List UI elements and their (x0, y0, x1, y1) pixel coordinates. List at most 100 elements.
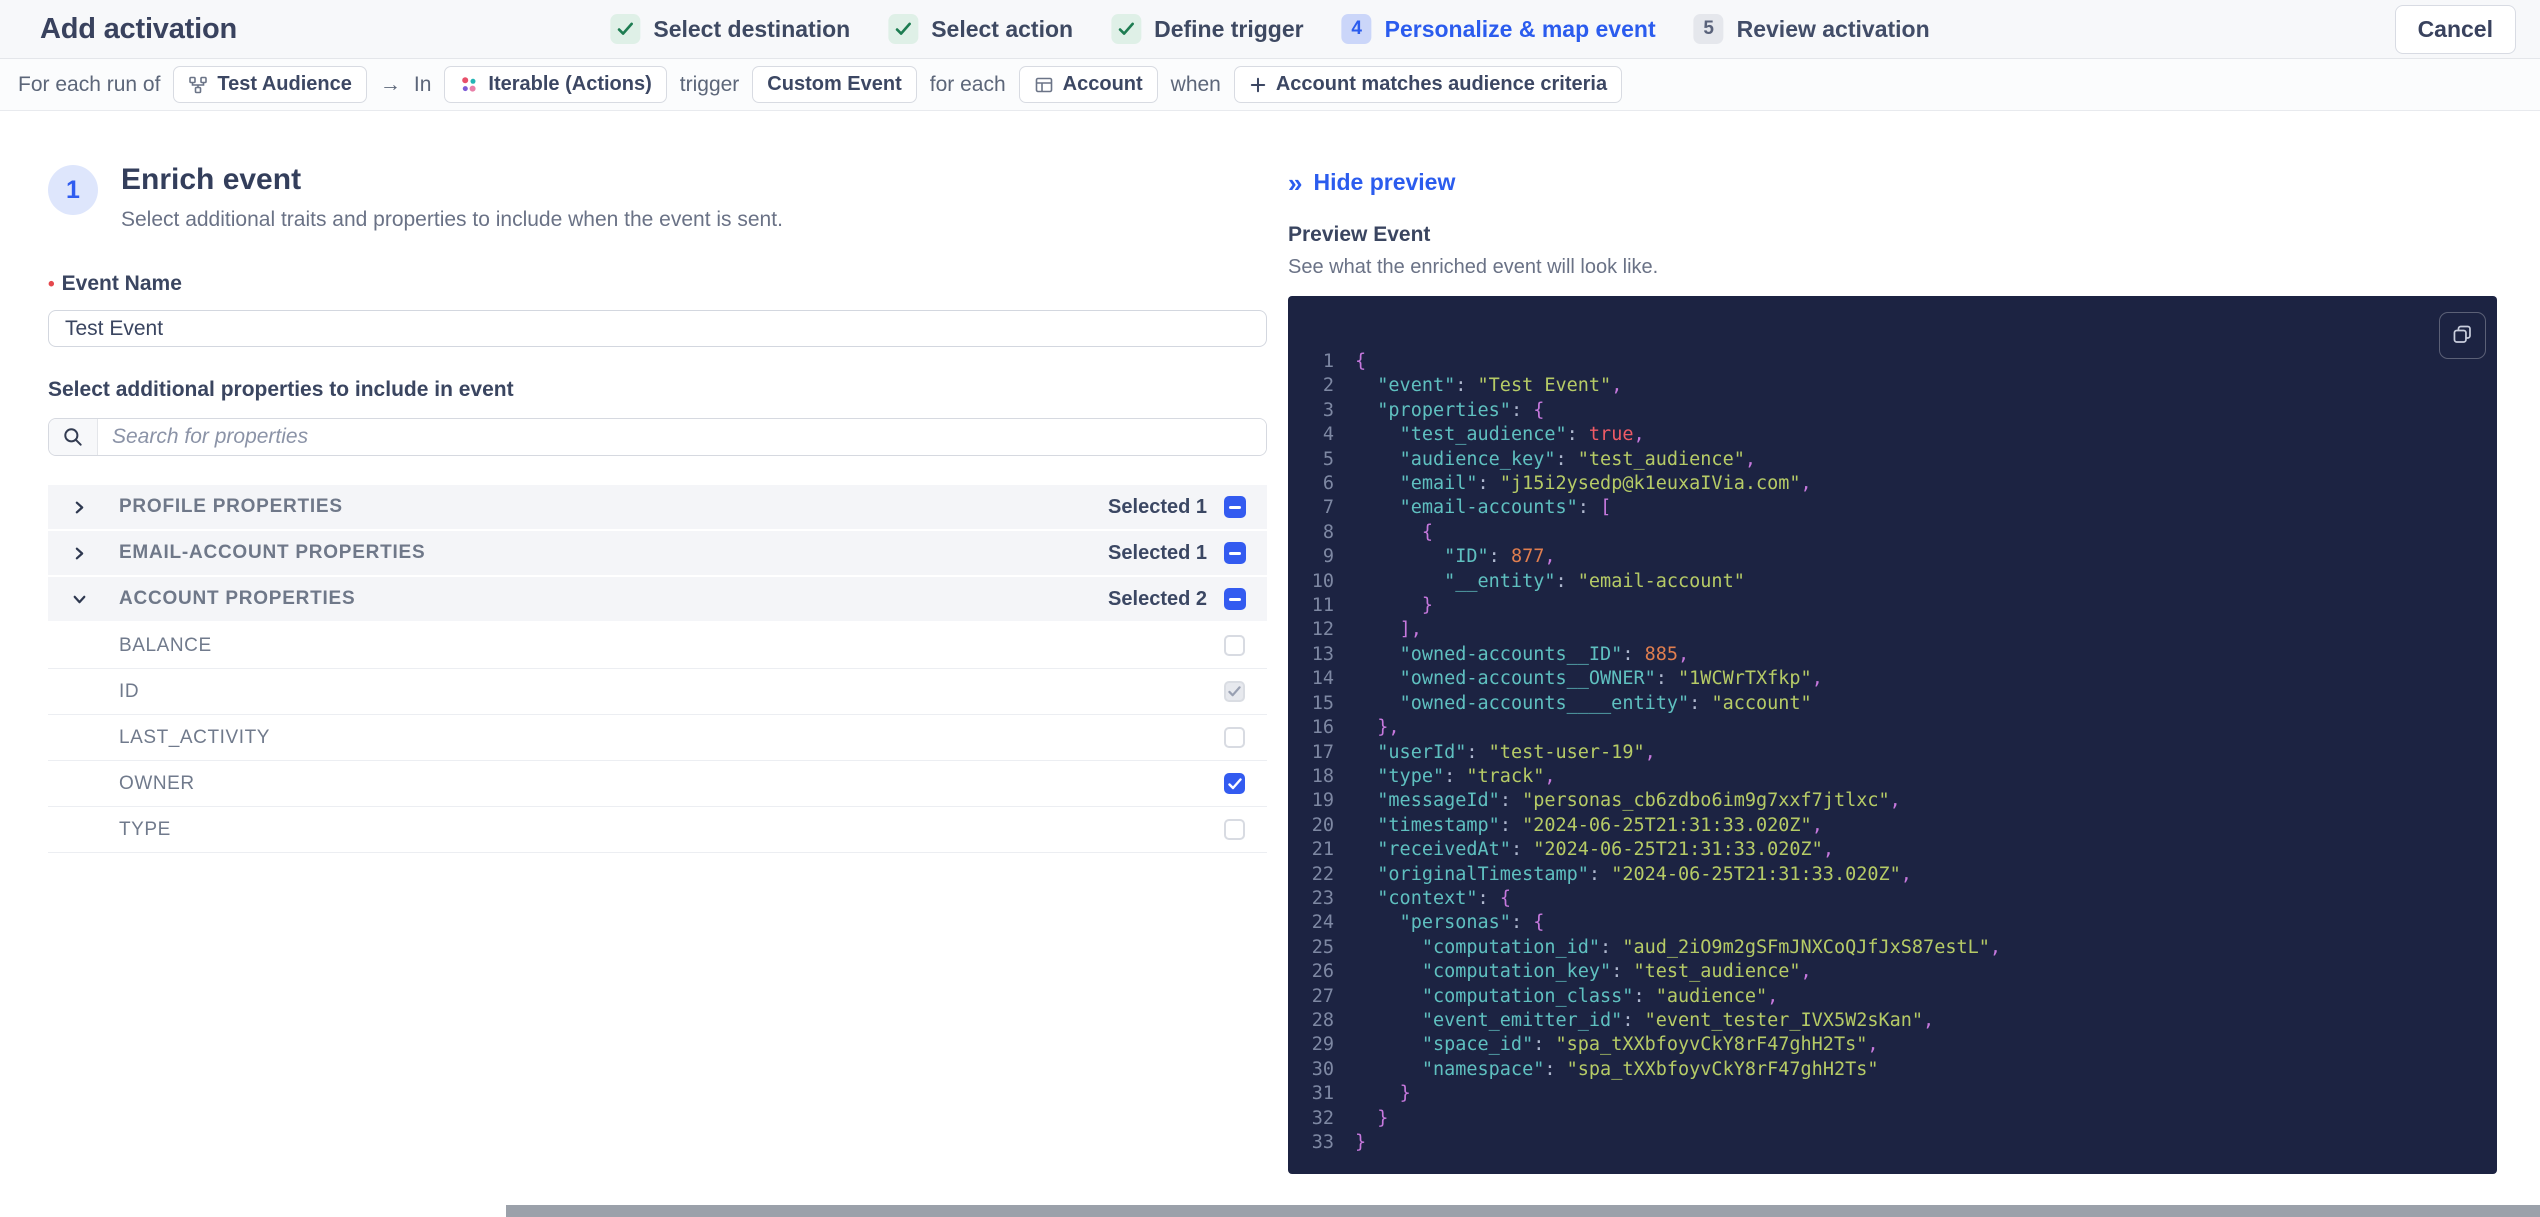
properties-label: Select additional properties to include … (48, 378, 514, 401)
plus-icon (1249, 76, 1267, 94)
group-checkbox[interactable] (1224, 496, 1246, 518)
code-line: 4 "test_audience": true, (1288, 423, 2497, 447)
chip-audience-criteria[interactable]: Account matches audience criteria (1233, 66, 1623, 103)
section-subtitle: Select additional traits and properties … (121, 208, 783, 231)
property-checkbox[interactable] (1224, 819, 1245, 840)
step-review-activation[interactable]: 5 Review activation (1693, 14, 1930, 44)
property-row-type[interactable]: TYPE (48, 807, 1267, 853)
context-text: In (413, 72, 432, 96)
group-profile-properties[interactable]: PROFILE PROPERTIES Selected 1 (48, 485, 1267, 531)
code-text: "email": "j15i2ysedp@k1euxaIVia.com", (1399, 473, 1812, 495)
property-row-last-activity[interactable]: LAST_ACTIVITY (48, 715, 1267, 761)
code-text: "userId": "test-user-19", (1377, 741, 1656, 763)
selected-count: Selected 1 (1108, 541, 1207, 564)
property-row-owner[interactable]: OWNER (48, 761, 1267, 807)
code-line: 21 "receivedAt": "2024-06-25T21:31:33.02… (1288, 838, 2497, 862)
preview-title: Preview Event (1288, 223, 1431, 246)
code-line: 18 "type": "track", (1288, 765, 2497, 789)
code-line: 29 "space_id": "spa_tXXbfoyvCkY8rF47ghH2… (1288, 1033, 2497, 1057)
code-line: 32 } (1288, 1107, 2497, 1131)
app-header: Add activation Select destination Select… (0, 0, 2540, 59)
copy-button[interactable] (2439, 312, 2486, 359)
iterable-icon (459, 75, 479, 95)
code-text: }, (1377, 717, 1400, 739)
property-row-id[interactable]: ID (48, 669, 1267, 715)
line-number: 6 (1322, 473, 1334, 495)
code-lines: 1{2 "event": "Test Event", 3 "properties"… (1288, 350, 2497, 1155)
group-checkbox[interactable] (1224, 588, 1246, 610)
property-row-balance[interactable]: BALANCE (48, 623, 1267, 669)
search-icon (49, 419, 98, 455)
code-text: "owned-accounts__ID": 885, (1399, 643, 1690, 665)
code-text: "test_audience": true, (1399, 424, 1645, 446)
event-name-input[interactable] (48, 310, 1267, 347)
chip-destination-iterable[interactable]: Iterable (Actions) (444, 66, 667, 103)
table-icon (1034, 75, 1054, 95)
group-email-account-properties[interactable]: EMAIL-ACCOUNT PROPERTIES Selected 1 (48, 531, 1267, 577)
line-number: 22 (1311, 863, 1334, 885)
line-number: 26 (1311, 961, 1334, 983)
code-line: 10 "__entity": "email-account" (1288, 570, 2497, 594)
code-text: "audience_key": "test_audience", (1399, 448, 1756, 470)
hide-preview-link[interactable]: » Hide preview (1288, 169, 1455, 196)
code-text: "messageId": "personas_cb6zdbo6im9g7xxf7… (1377, 790, 1901, 812)
line-number: 24 (1311, 912, 1334, 934)
chip-account-entity[interactable]: Account (1018, 66, 1158, 103)
context-text: when (1170, 72, 1221, 96)
code-text: "computation_id": "aud_2iO9m2gSFmJNXCoQJ… (1421, 936, 2002, 958)
search-input[interactable] (98, 419, 1266, 455)
code-line: 30 "namespace": "spa_tXXbfoyvCkY8rF47ghH… (1288, 1058, 2497, 1082)
line-number: 29 (1311, 1034, 1334, 1056)
line-number: 16 (1311, 717, 1334, 739)
property-checkbox[interactable] (1224, 635, 1245, 656)
hide-preview-label: Hide preview (1313, 169, 1456, 195)
line-number: 14 (1311, 668, 1334, 690)
line-number: 33 (1311, 1132, 1334, 1153)
code-text: "owned-accounts__OWNER": "1WCWrTXfkp", (1399, 668, 1823, 690)
code-preview-panel: 1{2 "event": "Test Event", 3 "properties"… (1288, 296, 2497, 1174)
line-number: 3 (1322, 399, 1334, 421)
check-icon (610, 14, 641, 44)
group-checkbox[interactable] (1224, 542, 1246, 564)
code-text: "properties": { (1377, 399, 1545, 421)
line-number: 25 (1311, 936, 1334, 958)
check-icon (888, 14, 919, 44)
line-number: 10 (1311, 570, 1334, 592)
code-line: 17 "userId": "test-user-19", (1288, 741, 2497, 765)
code-line: 20 "timestamp": "2024-06-25T21:31:33.020… (1288, 814, 2497, 838)
code-text: "event_emitter_id": "event_tester_IVX5W2… (1421, 1009, 1935, 1031)
line-number: 12 (1311, 619, 1334, 641)
line-number: 4 (1322, 424, 1334, 446)
property-checkbox[interactable] (1224, 773, 1245, 794)
chip-test-audience[interactable]: Test Audience (173, 66, 367, 103)
code-text: "namespace": "spa_tXXbfoyvCkY8rF47ghH2Ts… (1421, 1058, 1879, 1080)
step-select-action[interactable]: Select action (888, 14, 1073, 44)
line-number: 23 (1311, 887, 1334, 909)
chevron-right-icon (71, 545, 98, 562)
code-text: "owned-accounts____entity": "account" (1399, 692, 1812, 714)
step-label: Review activation (1736, 15, 1930, 42)
code-text: "space_id": "spa_tXXbfoyvCkY8rF47ghH2Ts"… (1421, 1034, 1879, 1056)
group-label: PROFILE PROPERTIES (119, 496, 343, 517)
cancel-button[interactable]: Cancel (2394, 4, 2516, 54)
enrich-event-section: 1 Enrich event Select additional traits … (48, 163, 1267, 853)
group-account-properties[interactable]: ACCOUNT PROPERTIES Selected 2 (48, 577, 1267, 623)
code-line: 13 "owned-accounts__ID": 885, (1288, 643, 2497, 667)
step-define-trigger[interactable]: Define trigger (1111, 14, 1304, 44)
chip-custom-event[interactable]: Custom Event (752, 66, 917, 103)
step-select-destination[interactable]: Select destination (610, 14, 850, 44)
line-number: 27 (1311, 985, 1334, 1007)
step-personalize-map-event[interactable]: 4 Personalize & map event (1341, 14, 1656, 44)
code-text: "email-accounts": [ (1399, 497, 1612, 519)
code-line: 14 "owned-accounts__OWNER": "1WCWrTXfkp"… (1288, 667, 2497, 691)
chevron-down-icon (71, 591, 98, 608)
property-checkbox[interactable] (1224, 727, 1245, 748)
code-line: 19 "messageId": "personas_cb6zdbo6im9g7x… (1288, 789, 2497, 813)
code-text: "ID": 877, (1444, 546, 1556, 568)
line-number: 11 (1311, 595, 1334, 617)
line-number: 8 (1322, 521, 1334, 543)
code-text: "context": { (1377, 887, 1511, 909)
bottom-edge-bar (506, 1205, 2540, 1217)
preview-subtitle: See what the enriched event will look li… (1288, 256, 1659, 278)
code-line: 11 } (1288, 594, 2497, 618)
